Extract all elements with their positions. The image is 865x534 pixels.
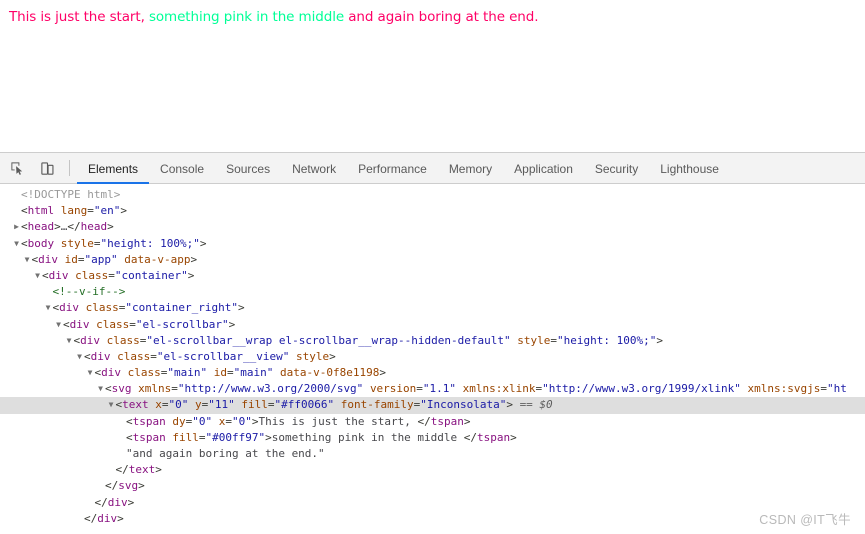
dom-node-markup: <div class="main" id="main" data-v-0f8e1… <box>94 366 386 380</box>
dom-node-markup: <svg xmlns="http://www.w3.org/2000/svg" … <box>105 382 847 396</box>
dom-node-row[interactable]: </div> <box>0 511 865 527</box>
dom-node-row[interactable]: <div class="container"> <box>0 268 865 284</box>
dom-node-row[interactable]: <body style="height: 100%;"> <box>0 236 865 252</box>
dom-node-row[interactable]: <div id="app" data-v-app> <box>0 252 865 268</box>
toolbar-divider <box>69 160 70 176</box>
tab-lighthouse[interactable]: Lighthouse <box>649 154 730 184</box>
devtools-panel: Elements Console Sources Network Performance… <box>0 152 865 534</box>
dom-node-markup: </div> <box>94 495 135 509</box>
dom-node-row[interactable]: <tspan dy="0" x="0">This is just the sta… <box>0 414 865 430</box>
tab-console[interactable]: Console <box>149 154 215 184</box>
svg-text-render: This is just the start, something pink i… <box>9 9 539 25</box>
rendered-page-area: This is just the start, something pink i… <box>0 0 865 152</box>
dom-node-markup: "and again boring at the end." <box>126 447 325 460</box>
dom-rows-container: <!DOCTYPE html> <html lang="en"> <head>…</… <box>0 187 865 527</box>
tab-sources[interactable]: Sources <box>215 154 281 184</box>
tab-application[interactable]: Application <box>503 154 584 184</box>
dom-node-markup: <div class="el-scrollbar__view" style> <box>84 349 336 363</box>
dom-node-markup: <div class="container_right"> <box>52 301 245 315</box>
tab-memory[interactable]: Memory <box>438 154 503 184</box>
dom-node-row[interactable]: <div class="el-scrollbar"> <box>0 317 865 333</box>
dom-node-row[interactable]: </text> <box>0 462 865 478</box>
expand-toggle-icon[interactable] <box>75 349 84 365</box>
expand-toggle-icon[interactable] <box>44 300 53 316</box>
tab-network[interactable]: Network <box>281 154 347 184</box>
dom-node-row[interactable]: "and again boring at the end." <box>0 446 865 462</box>
expand-toggle-icon[interactable] <box>12 236 21 252</box>
dom-node-markup: <body style="height: 100%;"> <box>21 236 207 250</box>
dom-node-markup: <div class="el-scrollbar"> <box>63 317 236 331</box>
dom-node-row[interactable]: <div class="main" id="main" data-v-0f8e1… <box>0 365 865 381</box>
dom-node-row[interactable]: </div> <box>0 495 865 511</box>
device-toolbar-icon[interactable] <box>34 156 60 180</box>
dom-node-markup: <div id="app" data-v-app> <box>31 252 198 266</box>
dom-node-row[interactable]: <html lang="en"> <box>0 203 865 219</box>
dom-node-row[interactable]: <div class="container_right"> <box>0 300 865 316</box>
dom-node-markup: <tspan fill="#00ff97">something pink in … <box>126 430 517 444</box>
dom-node-markup: </div> <box>84 511 124 525</box>
dom-node-row[interactable]: <!DOCTYPE html> <box>0 187 865 203</box>
tab-elements[interactable]: Elements <box>77 154 150 184</box>
expand-toggle-icon[interactable] <box>86 365 95 381</box>
expand-toggle-icon[interactable] <box>107 397 116 413</box>
dom-node-row[interactable]: <!--v-if--> <box>0 284 865 300</box>
dom-node-row[interactable]: <div class="el-scrollbar__view" style> <box>0 349 865 365</box>
dom-node-row[interactable]: <tspan fill="#00ff97">something pink in … <box>0 430 865 446</box>
svg-text-segment-0: This is just the start, <box>9 9 149 25</box>
dom-node-row[interactable]: <div class="el-scrollbar__wrap el-scroll… <box>0 333 865 349</box>
expand-toggle-icon[interactable] <box>12 219 21 235</box>
svg-text-segment-2: and again boring at the end. <box>348 9 539 25</box>
expand-toggle-icon[interactable] <box>33 268 42 284</box>
dom-node-row[interactable]: <svg xmlns="http://www.w3.org/2000/svg" … <box>0 381 865 397</box>
dom-node-markup: <html lang="en"> <box>21 204 127 218</box>
dom-node-markup: <head>…</head> <box>21 220 114 234</box>
dom-node-markup: </svg> <box>105 479 145 493</box>
dom-node-markup: <!--v-if--> <box>52 285 126 299</box>
dom-node-markup: <div class="container"> <box>42 268 195 282</box>
svg-text-segment-1: something pink in the middle <box>148 9 349 25</box>
dom-node-row[interactable]: </svg> <box>0 478 865 494</box>
dom-node-markup: <text x="0" y="11" fill="#ff0066" font-f… <box>115 398 553 412</box>
tab-security[interactable]: Security <box>584 154 649 184</box>
dom-tree-view[interactable]: ··· <!DOCTYPE html><html lang="en"><head… <box>0 184 865 534</box>
dom-node-markup: </text> <box>115 463 162 477</box>
inspect-element-icon[interactable] <box>4 156 30 180</box>
dom-node-row[interactable]: <text x="0" y="11" fill="#ff0066" font-f… <box>0 397 865 414</box>
expand-toggle-icon[interactable] <box>23 252 32 268</box>
watermark-text: CSDN @IT飞牛 <box>759 513 851 527</box>
tab-performance[interactable]: Performance <box>347 154 438 184</box>
devtools-toolbar: Elements Console Sources Network Performance… <box>0 153 865 184</box>
expand-toggle-icon[interactable] <box>96 381 105 397</box>
expand-toggle-icon[interactable] <box>54 317 63 333</box>
expand-toggle-icon[interactable] <box>65 333 74 349</box>
dom-node-markup: <tspan dy="0" x="0">This is just the sta… <box>126 414 471 428</box>
dom-node-markup: <!DOCTYPE html> <box>21 188 121 201</box>
devtools-tab-strip: Elements Console Sources Network Performance… <box>77 153 730 184</box>
dom-node-markup: <div class="el-scrollbar__wrap el-scroll… <box>73 333 663 347</box>
dom-node-row[interactable]: <head>…</head> <box>0 219 865 235</box>
